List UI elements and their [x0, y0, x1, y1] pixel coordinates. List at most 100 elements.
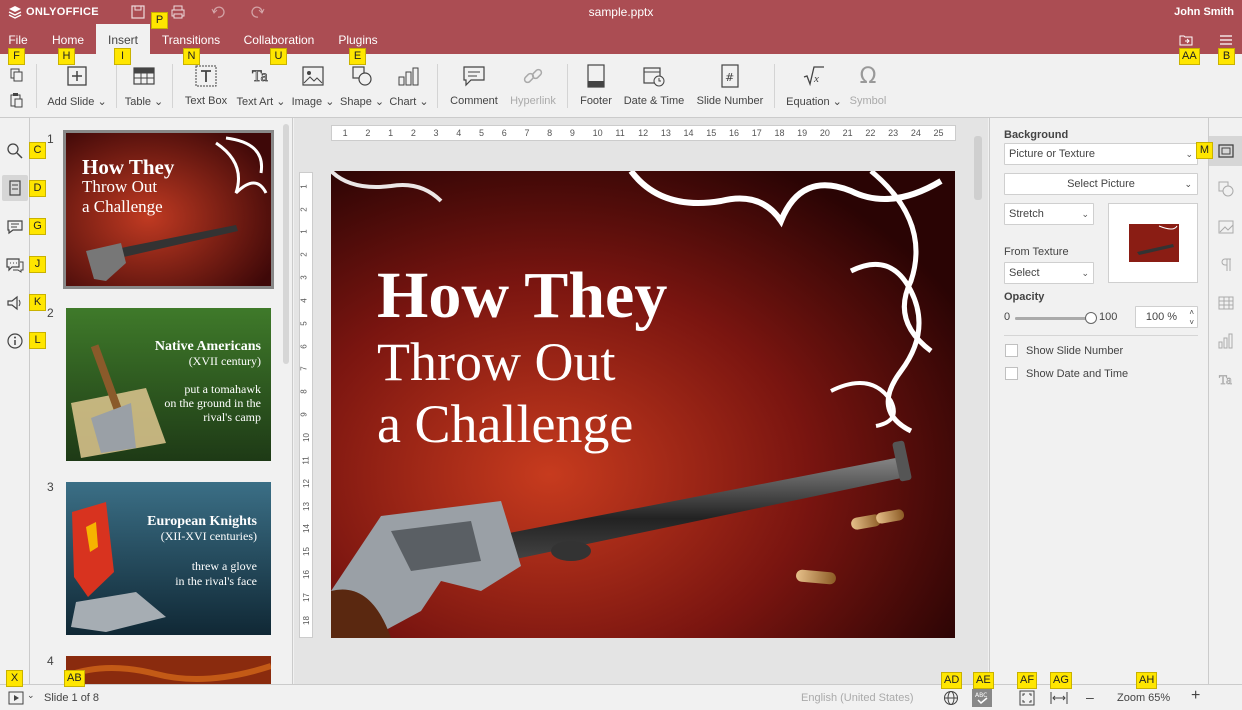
spell-check-button[interactable]: ABC: [972, 689, 992, 707]
ruler-tick-label: 12: [301, 478, 311, 488]
slide-thumbnail-3[interactable]: European Knights (XII-XVI centuries) thr…: [66, 482, 271, 635]
hint-tag-e: E: [349, 48, 366, 65]
hyperlink-button[interactable]: Hyperlink: [506, 62, 560, 112]
feedback-speaker-icon[interactable]: [6, 294, 24, 312]
date-time-button[interactable]: Date & Time: [620, 62, 688, 112]
thumbnails-scrollbar[interactable]: [283, 124, 289, 364]
save-icon[interactable]: [130, 4, 146, 20]
symbol-button[interactable]: Ω Symbol: [846, 62, 890, 112]
hint-tag-i: I: [114, 48, 131, 65]
add-slide-button[interactable]: Add Slide ⌄: [44, 62, 110, 112]
language-label[interactable]: English (United States): [801, 692, 914, 704]
ruler-tick-label: 10: [301, 433, 311, 442]
table-icon: [133, 67, 155, 85]
redo-icon[interactable]: [250, 4, 266, 20]
hamburger-menu-icon[interactable]: [1218, 32, 1234, 48]
search-icon[interactable]: [6, 142, 24, 160]
shape-button[interactable]: Shape ⌄: [340, 62, 384, 112]
user-name[interactable]: John Smith: [1174, 6, 1234, 18]
table-settings-icon[interactable]: [1217, 294, 1235, 312]
footer-button[interactable]: Footer: [576, 62, 616, 112]
hint-tag-af: AF: [1017, 672, 1038, 689]
slide-title-line2[interactable]: Throw Out: [377, 331, 667, 393]
print-icon[interactable]: [170, 4, 186, 20]
fill-type-value: Picture or Texture: [1009, 148, 1096, 160]
hint-tag-k: K: [29, 294, 46, 311]
opacity-slider-thumb[interactable]: [1085, 312, 1097, 324]
select-picture-button[interactable]: Select Picture ⌄: [1004, 173, 1198, 195]
image-settings-icon[interactable]: [1217, 218, 1235, 236]
slide-number-button[interactable]: # Slide Number: [694, 62, 766, 112]
app-logo[interactable]: ONLYOFFICE: [8, 5, 99, 19]
hint-tag-ae: AE: [973, 672, 994, 689]
ruler-tick-label: 21: [842, 128, 853, 138]
ruler-tick-label: 9: [569, 128, 575, 138]
document-title: sample.pptx: [588, 5, 654, 19]
date-time-label: Date & Time: [623, 95, 685, 107]
comment-button[interactable]: Comment: [446, 62, 502, 112]
shape-icon: [352, 66, 372, 86]
opacity-slider-track[interactable]: [1015, 312, 1097, 324]
fit-slide-icon[interactable]: [1019, 690, 1035, 706]
chart-button[interactable]: Chart ⌄: [388, 62, 430, 112]
shape-settings-icon[interactable]: [1217, 180, 1235, 198]
text-art-button[interactable]: Ta Text Art ⌄: [236, 62, 286, 112]
texture-select-value: Select: [1009, 267, 1040, 279]
chart-settings-icon[interactable]: [1217, 332, 1235, 350]
equation-button[interactable]: x Equation ⌄: [784, 62, 844, 112]
text-art-settings-icon[interactable]: Ta: [1217, 370, 1235, 388]
horizontal-ruler[interactable]: 1 2 1 2 3 4 5 6 7 8 9 10 11 12 13 14 15 16 17 18 19 20 21 22 23 2…: [331, 125, 956, 141]
opacity-spinner[interactable]: 100 % ˄ ˅: [1135, 306, 1198, 328]
comments-icon[interactable]: [6, 218, 24, 236]
background-preview-image: [1129, 224, 1179, 262]
copy-icon[interactable]: [8, 67, 24, 83]
slide-title-line3[interactable]: a Challenge: [377, 393, 667, 455]
ruler-tick-label: 7: [524, 128, 530, 138]
select-picture-label: Select Picture: [1067, 178, 1135, 190]
chevron-down-icon[interactable]: ⌄: [27, 690, 35, 701]
hint-tag-ad: AD: [941, 672, 963, 689]
slideshow-play-icon[interactable]: [8, 691, 24, 705]
chat-icon[interactable]: [6, 256, 24, 274]
show-date-time-checkbox[interactable]: [1005, 367, 1018, 380]
text-box-button[interactable]: Text Box: [180, 62, 232, 112]
ruler-tick-label: 4: [299, 298, 309, 303]
slide-thumbnails-panel: 1 How They Throw Out a Challenge 2 Nativ…: [31, 118, 293, 684]
open-location-icon[interactable]: [1178, 32, 1194, 48]
ruler-tick-label: 24: [910, 128, 921, 138]
about-info-icon[interactable]: [6, 332, 24, 350]
globe-icon[interactable]: [943, 690, 959, 706]
show-slide-number-checkbox[interactable]: [1005, 344, 1018, 357]
svg-text:Ta: Ta: [1219, 372, 1232, 387]
paste-icon[interactable]: [8, 92, 24, 108]
editor-vertical-scrollbar[interactable]: [972, 126, 984, 666]
ruler-tick-label: 1: [342, 128, 348, 138]
ruler-tick-label: 22: [865, 128, 876, 138]
ruler-tick-label: 5: [299, 321, 309, 326]
slides-panel-button[interactable]: [2, 175, 28, 201]
slide-thumbnail-4[interactable]: [66, 656, 271, 684]
paragraph-settings-icon[interactable]: [1217, 256, 1235, 274]
vertical-ruler[interactable]: 1 2 1 2 3 4 5 6 7 8 9 10 11 12 13 14 15 16 17 18: [299, 172, 313, 638]
fill-type-select[interactable]: Picture or Texture ⌄: [1004, 143, 1198, 165]
fit-width-icon[interactable]: [1050, 691, 1068, 705]
stretch-select[interactable]: Stretch ⌄: [1004, 203, 1094, 225]
undo-icon[interactable]: [210, 4, 226, 20]
zoom-out-button[interactable]: –: [1086, 689, 1094, 705]
equation-label: Equation: [786, 96, 830, 108]
slide-thumbnail-1[interactable]: How They Throw Out a Challenge: [63, 130, 274, 289]
zoom-level: Zoom 65%: [1117, 692, 1171, 704]
ruler-tick-label: 6: [501, 128, 507, 138]
comment-icon: [463, 66, 485, 87]
svg-text:ABC: ABC: [975, 692, 987, 699]
hint-tag-b: B: [1218, 48, 1235, 65]
slide-settings-button[interactable]: [1209, 136, 1242, 166]
image-button[interactable]: Image ⌄: [290, 62, 336, 112]
texture-select[interactable]: Select ⌄: [1004, 262, 1094, 284]
table-button[interactable]: Table ⌄: [122, 62, 166, 112]
spin-down-icon[interactable]: ˅: [1189, 313, 1194, 333]
main-slide-canvas[interactable]: How They Throw Out a Challenge: [331, 171, 955, 638]
slide-title-line1[interactable]: How They: [377, 261, 667, 331]
slide-thumbnail-2[interactable]: Native Americans (XVII century) put a to…: [66, 308, 271, 461]
zoom-in-button[interactable]: +: [1191, 687, 1200, 705]
